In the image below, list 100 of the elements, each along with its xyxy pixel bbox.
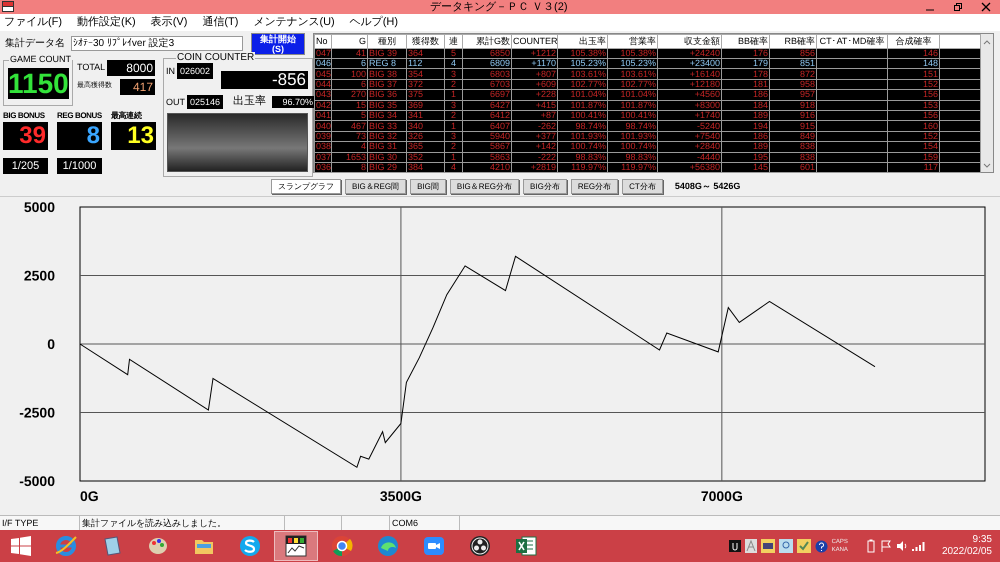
menu-item[interactable]: ファイル(F): [4, 14, 62, 31]
table-cell: +8300: [694, 100, 720, 110]
table-cell: BIG 37: [369, 79, 398, 90]
column-header[interactable]: 種別: [368, 34, 406, 48]
data-name-field[interactable]: ｼｵﾃｰ30 ﾘﾌﾟﾚｲver 設定3: [71, 36, 243, 52]
table-cell: 5867: [490, 141, 510, 152]
table-cell: +142: [536, 141, 556, 152]
menu-item[interactable]: 通信(T): [202, 14, 238, 31]
table-cell: 340: [408, 120, 424, 131]
total-label: TOTAL: [77, 60, 106, 74]
table-cell: 040: [316, 120, 332, 131]
scrollbar[interactable]: [981, 34, 993, 172]
menu-item[interactable]: メンテナンス(U): [253, 14, 335, 31]
browser-e-icon[interactable]: [55, 535, 77, 558]
table-cell: 98.83%: [625, 152, 656, 162]
bonus-count-display: 8: [57, 122, 102, 150]
letter-a-icon[interactable]: [744, 539, 757, 554]
table-cell: 154: [922, 141, 938, 152]
coin-counter-title: COIN COUNTER: [176, 52, 256, 63]
menu-item[interactable]: 動作設定(K): [77, 14, 136, 31]
table-cell: BIG 29: [369, 162, 398, 172]
close-icon[interactable]: [981, 2, 991, 12]
table-cell: 5863: [490, 152, 510, 162]
restore-icon[interactable]: [953, 2, 963, 12]
table-cell: 3: [450, 100, 456, 110]
column-header[interactable]: RB確率: [770, 34, 816, 48]
app-icon: [2, 1, 14, 12]
table-cell: BIG 31: [369, 141, 398, 152]
scroll-down-icon[interactable]: [983, 162, 991, 169]
graph-tab[interactable]: BIG＆REG間: [345, 179, 406, 194]
table-cell: 047: [316, 48, 332, 58]
circle-logo-icon[interactable]: [469, 535, 491, 558]
max-gain-display: 417: [120, 78, 155, 95]
table-cell: +4560: [694, 89, 720, 100]
table-cell: 372: [408, 79, 424, 90]
table-cell: 6: [360, 79, 366, 90]
battery-icon[interactable]: [866, 539, 876, 554]
column-header[interactable]: 出玉率: [558, 34, 608, 48]
table-cell: 100.74%: [570, 141, 606, 152]
table-cell: 851: [800, 58, 815, 68]
table-cell: 1: [450, 152, 456, 162]
game-count-display: 1150: [8, 68, 69, 99]
column-header[interactable]: 累計G数: [462, 34, 512, 48]
flag-icon[interactable]: [880, 540, 892, 552]
table-cell: 101.93%: [570, 131, 606, 141]
column-header[interactable]: CT･AT･MD確率: [816, 34, 888, 48]
table-cell: +1170: [531, 58, 556, 68]
line-graph-icon[interactable]: [285, 535, 307, 558]
spreadsheet-icon[interactable]: [515, 535, 537, 558]
table-cell: 915: [800, 120, 815, 131]
column-header[interactable]: G: [332, 34, 368, 48]
table-cell: BIG 35: [369, 100, 398, 110]
edge-wave-icon[interactable]: [377, 535, 399, 558]
game-range-label: 5408G～ 5426G: [674, 180, 740, 193]
table-cell: 467: [350, 120, 366, 131]
scroll-up-icon[interactable]: [983, 38, 991, 45]
speaker-icon[interactable]: [896, 540, 908, 552]
table-cell: +1740: [694, 110, 720, 120]
table-cell: 4: [450, 162, 456, 172]
status-text: COM6: [390, 516, 460, 530]
table-cell: 916: [800, 110, 815, 120]
table-cell: 1653: [346, 152, 366, 162]
column-header[interactable]: BB確率: [722, 34, 770, 48]
signal-bars-icon[interactable]: [912, 540, 926, 552]
graph-tab[interactable]: スランプグラフ: [271, 179, 341, 194]
table-cell: 3: [450, 68, 456, 79]
graph-tab[interactable]: BIG間: [410, 179, 446, 194]
table-cell: 119.97%: [621, 162, 656, 172]
table-cell: +7540: [694, 131, 720, 141]
graph-tab[interactable]: BIG分布: [523, 179, 567, 194]
ime-check-icon[interactable]: [796, 539, 811, 554]
column-header[interactable]: 合成確率: [888, 34, 940, 48]
column-header[interactable]: 獲得数: [406, 34, 444, 48]
tray-app-icon[interactable]: [728, 540, 741, 552]
column-header[interactable]: COUNTER: [512, 34, 558, 48]
column-header[interactable]: 連: [444, 34, 462, 48]
video-camera-icon[interactable]: [423, 535, 445, 558]
graph-tab[interactable]: CT分布: [622, 179, 663, 194]
menu-item[interactable]: ヘルプ(H): [350, 14, 398, 31]
graph-tab[interactable]: REG分布: [570, 179, 618, 194]
taskbar-button[interactable]: [274, 531, 318, 562]
ime-dictionary-icon[interactable]: [778, 539, 793, 554]
help-icon[interactable]: [814, 540, 828, 553]
payout-rate-display: 96.70%: [272, 96, 314, 108]
menu-item[interactable]: 表示(V): [150, 14, 188, 31]
column-header[interactable]: 営業率: [608, 34, 658, 48]
column-header[interactable]: No: [314, 34, 332, 48]
graph-tab[interactable]: BIG＆REG分布: [450, 179, 520, 194]
table-cell: 043: [316, 89, 332, 100]
clock-time: 9:35: [972, 534, 992, 546]
bonus-rate-display: 1/1000: [57, 158, 102, 174]
ime-tool-icon[interactable]: [760, 539, 775, 554]
table-cell: 375: [408, 89, 424, 100]
windows-logo-icon[interactable]: [11, 536, 31, 556]
chrome-ring-icon[interactable]: [331, 535, 353, 558]
table-cell: 98.83%: [575, 152, 606, 162]
payout-rate-label: 出玉率: [233, 95, 266, 108]
column-header[interactable]: 収支金額: [658, 34, 722, 48]
x-axis-label: 7000G: [700, 488, 743, 504]
s-letter-logo-icon[interactable]: [239, 535, 261, 558]
